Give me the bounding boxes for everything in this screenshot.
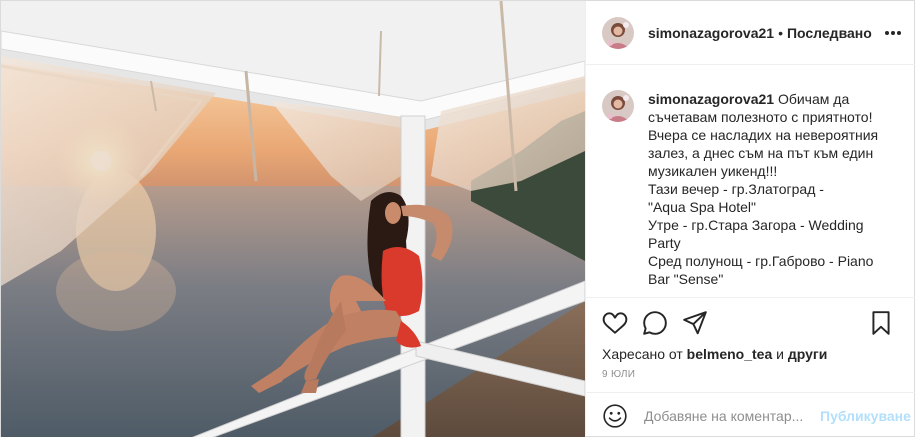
caption-line: Утре - гр.Стара Загора - Wedding [648,217,864,233]
comment-bar: Публикуване [586,392,915,437]
post-actions: Харесано от belmeno_tea и други 9 юли Пу… [586,297,915,437]
caption-line: залез, а днес съм на път към един [648,145,874,161]
post-photo-image [1,1,585,437]
caption-line: Вчера се насладих на невероятния [648,127,879,143]
instagram-post: simonazagorova21 • Последвано simonazago… [0,0,915,437]
caption-line: Обичам да [777,91,850,107]
caption-line: съчетавам полезното с приятното! [648,109,873,125]
likes-summary[interactable]: Харесано от belmeno_tea и други [602,346,827,362]
caption-line: Сред полунощ - гр.Габрово - Piano [648,253,874,269]
likes-prefix: Харесано от [602,346,683,362]
post-photo[interactable] [1,1,585,437]
caption-line: Тази вечер - гр.Златоград - [648,181,824,197]
publish-button[interactable]: Публикуване [820,408,911,424]
comment-input[interactable] [644,407,812,424]
caption-line: "Aqua Spa Hotel" [648,199,757,215]
avatar-image [602,90,634,122]
caption-line: Bar "Sense" [648,271,724,287]
likes-joiner: и [776,346,784,362]
likes-user[interactable]: belmeno_tea [687,346,773,362]
more-horizontal-icon[interactable] [883,23,903,43]
more-dot [897,31,901,35]
header-separator: • [778,24,783,41]
comment-icon[interactable] [642,310,670,338]
avatar[interactable] [602,16,634,49]
caption-line: музикален уикенд!!! [648,163,778,179]
likes-others[interactable]: други [788,346,827,362]
bookmark-icon[interactable] [868,310,896,338]
avatar-image [602,16,634,49]
more-dot [885,31,889,35]
caption-username[interactable]: simonazagorova21 [648,91,774,107]
header-username[interactable]: simonazagorova21 [648,25,774,41]
caption-text: simonazagorova21 Обичам да съчетавам пол… [648,90,898,296]
heart-icon[interactable] [602,310,630,338]
more-dot [891,31,895,35]
action-icons [602,310,902,338]
follow-status-button[interactable]: Последвано [787,25,872,41]
emoji-icon[interactable] [602,403,628,429]
post-header: simonazagorova21 • Последвано [586,1,915,65]
share-icon[interactable] [682,310,710,338]
caption-first-line: simonazagorova21 Обичам да [648,90,898,108]
caption: simonazagorova21 Обичам да съчетавам пол… [586,66,915,296]
caption-line: Party [648,235,681,251]
caption-avatar[interactable] [602,90,634,122]
post-date[interactable]: 9 юли [602,369,635,380]
post-sidebar: simonazagorova21 • Последвано simonazago… [585,1,915,437]
